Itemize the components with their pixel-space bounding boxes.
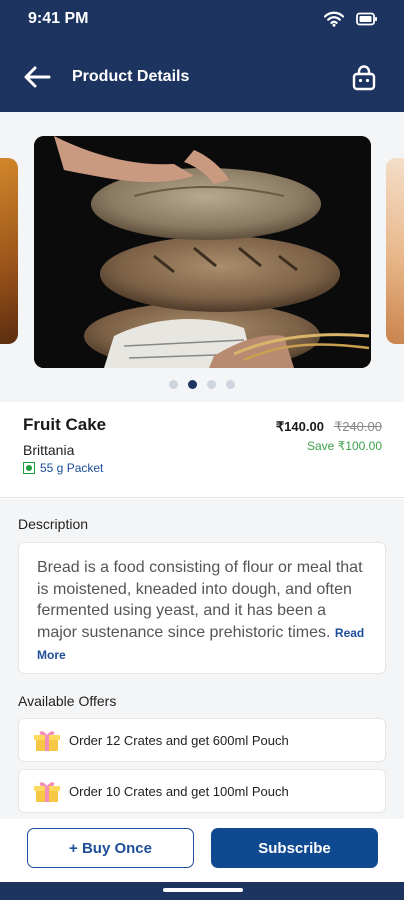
buy-once-button[interactable]: + Buy Once: [27, 828, 194, 868]
basket-icon[interactable]: [350, 64, 378, 92]
action-bar: + Buy Once Subscribe: [0, 819, 404, 882]
offer-item[interactable]: Order 12 Crates and get 600ml Pouch: [18, 718, 386, 762]
price-block: ₹140.00 ₹240.00: [276, 419, 382, 435]
carousel-dot[interactable]: [169, 380, 178, 389]
app-header: 9:41 PM Product Details: [0, 0, 404, 112]
description-heading: Description: [18, 516, 89, 532]
wifi-icon: [324, 11, 344, 27]
product-image-carousel[interactable]: [0, 112, 404, 402]
carousel-prev-slide[interactable]: [0, 158, 18, 344]
subscribe-button[interactable]: Subscribe: [211, 828, 378, 868]
offers-heading: Available Offers: [18, 693, 117, 709]
gift-icon: [34, 731, 60, 751]
description-box: Bread is a food consisting of flour or m…: [18, 542, 386, 674]
page-title: Product Details: [72, 68, 190, 85]
offer-text: Order 12 Crates and get 600ml Pouch: [69, 733, 289, 748]
selling-price: ₹140.00: [275, 419, 324, 434]
original-price: ₹240.00: [333, 419, 382, 434]
savings-label: Save ₹100.00: [306, 439, 382, 453]
status-time: 9:41 PM: [28, 10, 89, 27]
carousel-dot[interactable]: [207, 380, 216, 389]
description-text: Bread is a food consisting of flour or m…: [37, 559, 363, 641]
product-image: [34, 136, 371, 368]
pack-size: 55 g Packet: [23, 461, 103, 475]
offer-text: Order 10 Crates and get 100ml Pouch: [69, 784, 289, 799]
product-brand: Brittania: [23, 442, 75, 458]
details-content: Description Bread is a food consisting o…: [0, 499, 404, 819]
carousel-dots: [0, 380, 404, 389]
veg-mark-icon: [23, 462, 35, 474]
status-icons: [324, 11, 378, 27]
carousel-dot-active[interactable]: [188, 380, 197, 389]
nav-bar: Product Details: [0, 56, 404, 100]
product-name: Fruit Cake: [23, 415, 107, 434]
status-bar: 9:41 PM: [0, 0, 404, 40]
carousel-dot[interactable]: [226, 380, 235, 389]
carousel-next-slide[interactable]: [386, 158, 404, 344]
gift-icon: [34, 782, 60, 802]
pack-size-label: 55 g Packet: [40, 461, 104, 475]
arrow-left-icon[interactable]: [22, 64, 52, 90]
product-info: Fruit Cake Brittania 55 g Packet ₹140.00…: [0, 402, 404, 498]
home-bar: [0, 882, 404, 900]
bread-stack-illustration: [34, 136, 371, 368]
home-indicator[interactable]: [163, 888, 243, 892]
offer-item[interactable]: Order 10 Crates and get 100ml Pouch: [18, 769, 386, 813]
battery-icon: [356, 12, 377, 26]
